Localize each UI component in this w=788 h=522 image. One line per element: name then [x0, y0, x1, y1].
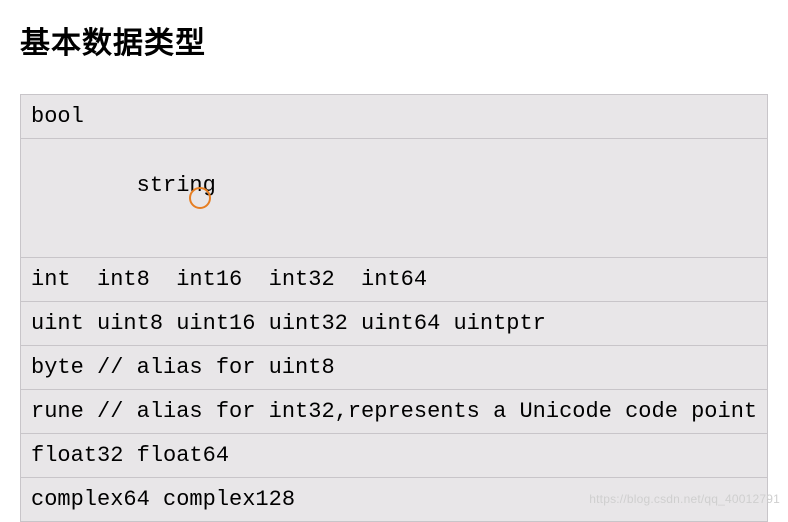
types-table: bool string int int8 int16 int32 int64 u…: [20, 94, 768, 522]
cursor-circle-icon: [189, 187, 211, 209]
type-cell-int: int int8 int16 int32 int64: [21, 258, 768, 302]
type-cell-bool: bool: [21, 95, 768, 139]
table-row: bool: [21, 95, 768, 139]
table-row: uint uint8 uint16 uint32 uint64 uintptr: [21, 302, 768, 346]
table-row: float32 float64: [21, 434, 768, 478]
page-title: 基本数据类型: [20, 18, 768, 62]
table-row: string: [21, 139, 768, 258]
table-row: byte // alias for uint8: [21, 346, 768, 390]
table-row: int int8 int16 int32 int64: [21, 258, 768, 302]
type-cell-float: float32 float64: [21, 434, 768, 478]
type-cell-uint: uint uint8 uint16 uint32 uint64 uintptr: [21, 302, 768, 346]
table-row: rune // alias for int32,represents a Uni…: [21, 390, 768, 434]
type-cell-byte: byte // alias for uint8: [21, 346, 768, 390]
type-cell-rune: rune // alias for int32,represents a Uni…: [21, 390, 768, 434]
type-cell-string: string: [21, 139, 768, 258]
watermark-text: https://blog.csdn.net/qq_40012791: [589, 492, 780, 506]
